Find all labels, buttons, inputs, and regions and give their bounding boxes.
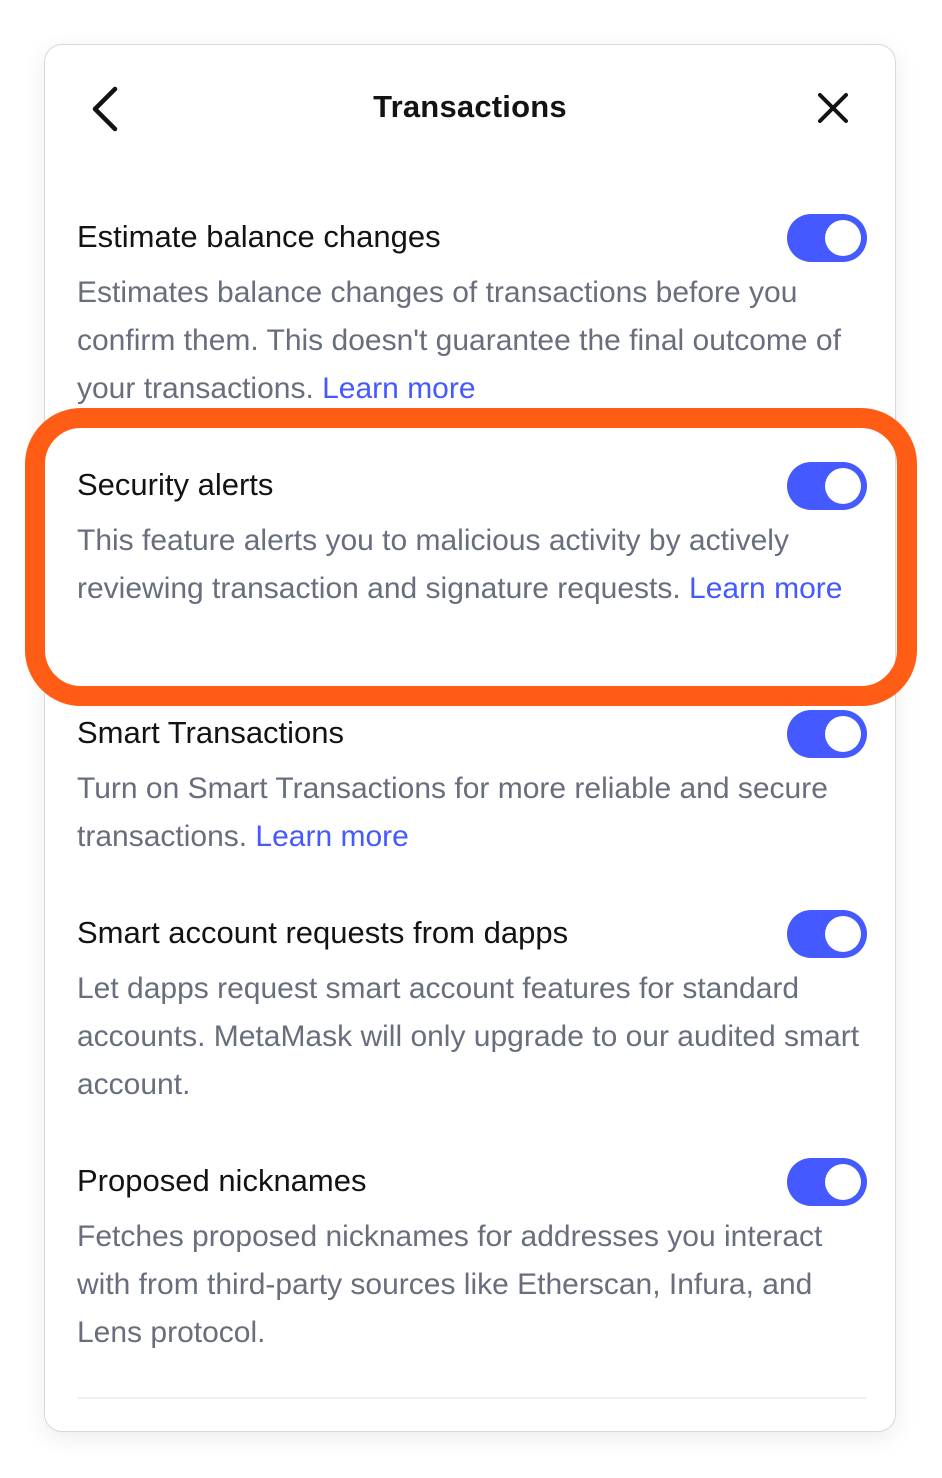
toggle-knob bbox=[825, 716, 861, 752]
page-title: Transactions bbox=[373, 89, 567, 124]
close-icon bbox=[818, 93, 848, 123]
setting-title: Smart account requests from dapps bbox=[77, 915, 569, 950]
setting-title: Estimate balance changes bbox=[77, 219, 441, 254]
toggle-knob bbox=[825, 916, 861, 952]
setting-description: Turn on Smart Transactions for more reli… bbox=[77, 765, 867, 861]
setting-description: This feature alerts you to malicious act… bbox=[77, 517, 867, 613]
description-text: Turn on Smart Transactions for more reli… bbox=[77, 772, 828, 853]
setting-description: Let dapps request smart account features… bbox=[77, 972, 860, 1101]
description-text: This feature alerts you to malicious act… bbox=[77, 524, 789, 605]
divider bbox=[77, 1397, 867, 1399]
toggle-knob bbox=[825, 220, 861, 256]
security-alerts-toggle[interactable] bbox=[787, 462, 867, 510]
transactions-settings-panel: Transactions Estimate balance changes Es… bbox=[44, 44, 896, 1432]
learn-more-link[interactable]: Learn more bbox=[255, 820, 408, 853]
learn-more-link[interactable]: Learn more bbox=[322, 372, 475, 405]
smart-transactions-toggle[interactable] bbox=[787, 710, 867, 758]
setting-title: Smart Transactions bbox=[77, 715, 345, 750]
close-button[interactable] bbox=[811, 85, 855, 131]
setting-title: Security alerts bbox=[77, 467, 274, 502]
smart-account-requests-toggle[interactable] bbox=[787, 910, 867, 958]
header: Transactions bbox=[45, 45, 895, 173]
learn-more-link[interactable]: Learn more bbox=[689, 572, 842, 605]
proposed-nicknames-toggle[interactable] bbox=[787, 1158, 867, 1206]
toggle-knob bbox=[825, 468, 861, 504]
estimate-balance-changes-toggle[interactable] bbox=[787, 214, 867, 262]
setting-description: Estimates balance changes of transaction… bbox=[77, 269, 867, 413]
setting-title: Proposed nicknames bbox=[77, 1163, 367, 1198]
setting-description: Fetches proposed nicknames for addresses… bbox=[77, 1220, 823, 1349]
toggle-knob bbox=[825, 1164, 861, 1200]
